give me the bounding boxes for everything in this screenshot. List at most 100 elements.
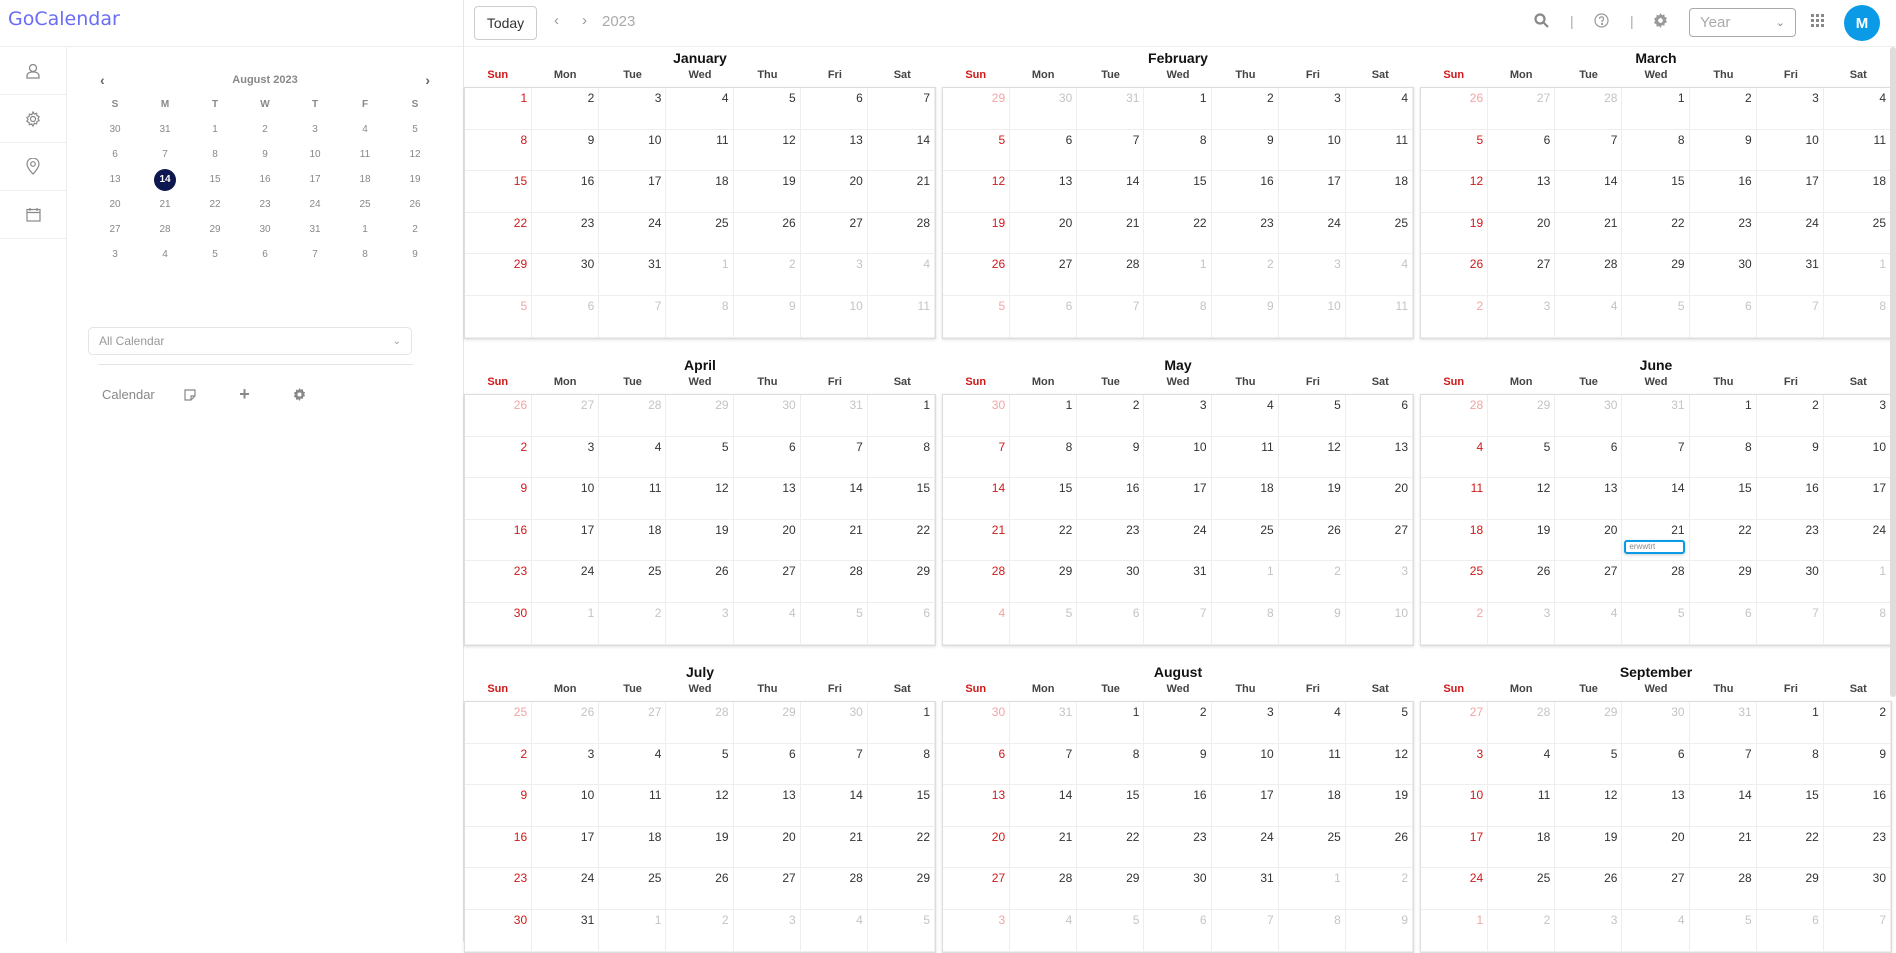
mini-day[interactable]: 9 [240, 142, 290, 167]
day-cell[interactable]: 2 [733, 254, 801, 296]
day-cell[interactable]: 24 [599, 212, 667, 255]
day-cell[interactable]: 29 [1756, 868, 1824, 910]
day-cell[interactable]: 10 [532, 785, 600, 827]
day-cell[interactable]: 1 [465, 88, 533, 130]
help-button[interactable] [1594, 13, 1609, 32]
day-cell[interactable]: 17 [1823, 478, 1891, 520]
mini-day[interactable]: 23 [240, 192, 290, 217]
day-cell[interactable]: 6 [1689, 602, 1757, 645]
day-cell[interactable]: 5 [1622, 295, 1690, 338]
day-cell[interactable]: 24 [1823, 519, 1891, 562]
day-cell[interactable]: 10 [1144, 436, 1212, 479]
day-cell[interactable]: 26 [465, 395, 533, 437]
day-cell[interactable]: 8 [1823, 295, 1891, 338]
day-cell[interactable]: 6 [867, 602, 935, 645]
day-cell[interactable]: 1 [1144, 254, 1212, 296]
day-cell[interactable]: 10 [599, 129, 667, 172]
day-cell[interactable]: 7 [1010, 743, 1078, 786]
day-cell[interactable]: 18 [599, 826, 667, 869]
day-cell[interactable]: 12 [666, 478, 734, 520]
day-cell[interactable]: 5 [1555, 743, 1623, 786]
day-cell[interactable]: 17 [1278, 171, 1346, 213]
day-cell[interactable]: 4 [1278, 702, 1346, 744]
day-cell[interactable]: 10 [1823, 436, 1891, 479]
prev-year-button[interactable]: ‹ [554, 12, 559, 29]
day-cell[interactable]: 7 [1555, 129, 1623, 172]
day-cell[interactable]: 9 [733, 295, 801, 338]
day-cell[interactable]: 25 [1421, 561, 1489, 603]
day-cell[interactable]: 6 [733, 743, 801, 786]
day-cell[interactable]: 19 [1421, 212, 1489, 255]
day-cell[interactable]: 30 [1689, 254, 1757, 296]
day-cell[interactable]: 4 [1555, 295, 1623, 338]
rail-user[interactable] [0, 47, 66, 95]
mini-day[interactable]: 1 [340, 217, 390, 242]
day-cell[interactable]: 5 [1010, 602, 1078, 645]
day-cell[interactable]: 7 [1823, 909, 1891, 952]
day-cell[interactable]: 16 [1689, 171, 1757, 213]
day-cell[interactable]: 8 [867, 436, 935, 479]
day-cell[interactable]: 28 [1488, 702, 1556, 744]
day-cell[interactable]: 14 [1689, 785, 1757, 827]
day-cell[interactable]: 6 [733, 436, 801, 479]
day-cell[interactable]: 5 [943, 295, 1011, 338]
day-cell[interactable]: 24 [532, 868, 600, 910]
day-cell[interactable]: 21 [1010, 826, 1078, 869]
day-cell[interactable]: 29 [1555, 702, 1623, 744]
day-cell[interactable]: 20 [1488, 212, 1556, 255]
day-cell[interactable]: 10 [1278, 295, 1346, 338]
day-cell[interactable]: 2 [1823, 702, 1891, 744]
day-cell[interactable]: 14 [867, 129, 935, 172]
day-cell[interactable]: 16 [1756, 478, 1824, 520]
day-cell[interactable]: 19 [666, 826, 734, 869]
day-cell[interactable]: 6 [1555, 436, 1623, 479]
day-cell[interactable]: 27 [1555, 561, 1623, 603]
day-cell[interactable]: 9 [1211, 295, 1279, 338]
day-cell[interactable]: 30 [800, 702, 868, 744]
day-cell[interactable]: 27 [1488, 254, 1556, 296]
day-cell[interactable]: 9 [1345, 909, 1413, 952]
day-cell[interactable]: 19 [666, 519, 734, 562]
day-cell[interactable]: 18 [1278, 785, 1346, 827]
mini-day[interactable]: 26 [390, 192, 440, 217]
mini-day[interactable]: 13 [90, 167, 140, 192]
day-cell[interactable]: 2 [1756, 395, 1824, 437]
scrollbar[interactable] [1890, 47, 1896, 697]
day-cell[interactable]: 4 [1823, 88, 1891, 130]
next-year-button[interactable]: › [582, 12, 587, 29]
day-cell[interactable]: 11 [867, 295, 935, 338]
day-cell[interactable]: 15 [1622, 171, 1690, 213]
day-cell[interactable]: 9 [532, 129, 600, 172]
day-cell[interactable]: 3 [1144, 395, 1212, 437]
day-cell[interactable]: 5 [867, 909, 935, 952]
mini-day[interactable]: 30 [90, 117, 140, 142]
day-cell[interactable]: 1 [1278, 868, 1346, 910]
day-cell[interactable]: 17 [599, 171, 667, 213]
day-cell[interactable]: 13 [943, 785, 1011, 827]
day-cell[interactable]: 5 [666, 743, 734, 786]
day-cell[interactable]: 2 [1144, 702, 1212, 744]
day-cell[interactable]: 15 [465, 171, 533, 213]
day-cell[interactable]: 20 [800, 171, 868, 213]
day-cell[interactable]: 30 [1756, 561, 1824, 603]
mini-day[interactable]: 21 [140, 192, 190, 217]
day-cell[interactable]: 25 [1823, 212, 1891, 255]
day-cell[interactable]: 3 [1756, 88, 1824, 130]
rail-location[interactable] [0, 143, 66, 191]
day-cell[interactable]: 8 [1010, 436, 1078, 479]
day-cell[interactable]: 30 [532, 254, 600, 296]
day-cell[interactable]: 6 [532, 295, 600, 338]
apps-button[interactable] [1811, 14, 1824, 31]
day-cell[interactable]: 27 [599, 702, 667, 744]
mini-day[interactable]: 5 [190, 242, 240, 267]
day-cell[interactable]: 22 [1689, 519, 1757, 562]
day-cell[interactable]: 1 [1823, 561, 1891, 603]
day-cell[interactable]: 6 [1488, 129, 1556, 172]
mini-day[interactable]: 4 [140, 242, 190, 267]
day-cell[interactable]: 20 [1345, 478, 1413, 520]
day-cell[interactable]: 27 [1488, 88, 1556, 130]
day-cell[interactable]: 27 [1010, 254, 1078, 296]
day-cell[interactable]: 15 [1756, 785, 1824, 827]
day-cell[interactable]: 31 [1622, 395, 1690, 437]
day-cell[interactable]: 7 [1689, 743, 1757, 786]
